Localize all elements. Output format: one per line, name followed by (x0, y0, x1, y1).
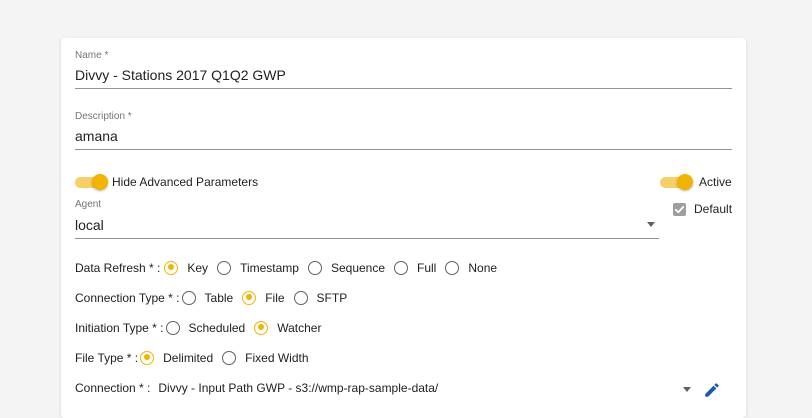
radio-icon[interactable] (222, 351, 237, 365)
agent-select-underline (75, 238, 659, 239)
option-label: SFTP (316, 291, 348, 305)
hide-advanced-toggle[interactable] (75, 174, 108, 190)
initiation-type-option-watcher[interactable]: Watcher (254, 321, 330, 335)
agent-select-label: Agent (75, 199, 102, 210)
radio-icon[interactable] (307, 261, 322, 275)
active-toggle[interactable] (660, 174, 693, 190)
source-form-card: Name * Divvy - Stations 2017 Q1Q2 GWP De… (61, 38, 746, 418)
radio-icon[interactable] (181, 291, 196, 305)
option-label: Full (417, 261, 437, 275)
agent-select-value[interactable]: local (75, 217, 104, 233)
connection-label: Connection * : (75, 381, 151, 395)
data-refresh-option-timestamp[interactable]: Timestamp (217, 261, 308, 275)
connection-type-group: Connection Type * : Table File SFTP (75, 288, 356, 308)
radio-icon[interactable] (394, 261, 409, 275)
default-checkbox-label: Default (694, 202, 733, 216)
description-field-underline (75, 149, 732, 150)
initiation-type-label: Initiation Type * : (75, 321, 164, 335)
check-icon (674, 206, 685, 214)
active-label: Active (699, 175, 732, 189)
description-field-value[interactable]: amana (75, 128, 118, 144)
radio-selected-icon[interactable] (254, 321, 269, 335)
option-label: Watcher (277, 321, 322, 335)
pencil-icon[interactable] (703, 381, 721, 399)
option-label: Fixed Width (245, 351, 309, 365)
chevron-down-icon[interactable] (647, 222, 655, 227)
data-refresh-option-none[interactable]: None (445, 261, 506, 275)
option-label: Key (187, 261, 209, 275)
description-field-label: Description * (75, 111, 132, 122)
radio-selected-icon[interactable] (140, 351, 155, 365)
radio-icon[interactable] (293, 291, 308, 305)
name-field-value[interactable]: Divvy - Stations 2017 Q1Q2 GWP (75, 67, 286, 83)
radio-icon[interactable] (165, 321, 180, 335)
connection-row: Connection * : Divvy - Input Path GWP - … (75, 378, 438, 398)
radio-selected-icon[interactable] (164, 261, 179, 275)
name-field[interactable]: Name * Divvy - Stations 2017 Q1Q2 GWP (75, 50, 732, 90)
connection-type-option-table[interactable]: Table (181, 291, 243, 305)
option-label: Timestamp (240, 261, 299, 275)
data-refresh-option-key[interactable]: Key (164, 261, 217, 275)
option-label: Scheduled (188, 321, 246, 335)
name-field-label: Name * (75, 50, 109, 61)
connection-select-value[interactable]: Divvy - Input Path GWP - s3://wmp-rap-sa… (158, 381, 438, 395)
option-label: Sequence (330, 261, 386, 275)
radio-icon[interactable] (445, 261, 460, 275)
name-field-underline (75, 88, 732, 89)
hide-advanced-toggle-knob (92, 174, 108, 190)
option-label: Delimited (163, 351, 214, 365)
connection-type-label: Connection Type * : (75, 291, 180, 305)
chevron-down-icon[interactable] (683, 387, 691, 392)
initiation-type-option-scheduled[interactable]: Scheduled (165, 321, 255, 335)
option-label: None (468, 261, 498, 275)
file-type-option-delimited[interactable]: Delimited (140, 351, 222, 365)
initiation-type-group: Initiation Type * : Scheduled Watcher (75, 318, 330, 338)
active-toggle-knob (677, 174, 693, 190)
file-type-group: File Type * : Delimited Fixed Width (75, 348, 318, 368)
connection-type-option-sftp[interactable]: SFTP (293, 291, 357, 305)
option-label: Table (204, 291, 234, 305)
option-label: File (265, 291, 285, 305)
connection-type-option-file[interactable]: File (242, 291, 293, 305)
radio-icon[interactable] (217, 261, 232, 275)
data-refresh-group: Data Refresh * : Key Timestamp Sequence … (75, 258, 506, 278)
file-type-option-fixed-width[interactable]: Fixed Width (222, 351, 317, 365)
data-refresh-label: Data Refresh * : (75, 261, 161, 275)
default-checkbox[interactable] (673, 203, 686, 216)
agent-select[interactable]: Agent local (75, 199, 659, 239)
radio-selected-icon[interactable] (242, 291, 257, 305)
data-refresh-option-full[interactable]: Full (394, 261, 445, 275)
file-type-label: File Type * : (75, 351, 139, 365)
hide-advanced-label: Hide Advanced Parameters (112, 175, 259, 189)
description-field[interactable]: Description * amana (75, 111, 732, 151)
data-refresh-option-sequence[interactable]: Sequence (307, 261, 394, 275)
